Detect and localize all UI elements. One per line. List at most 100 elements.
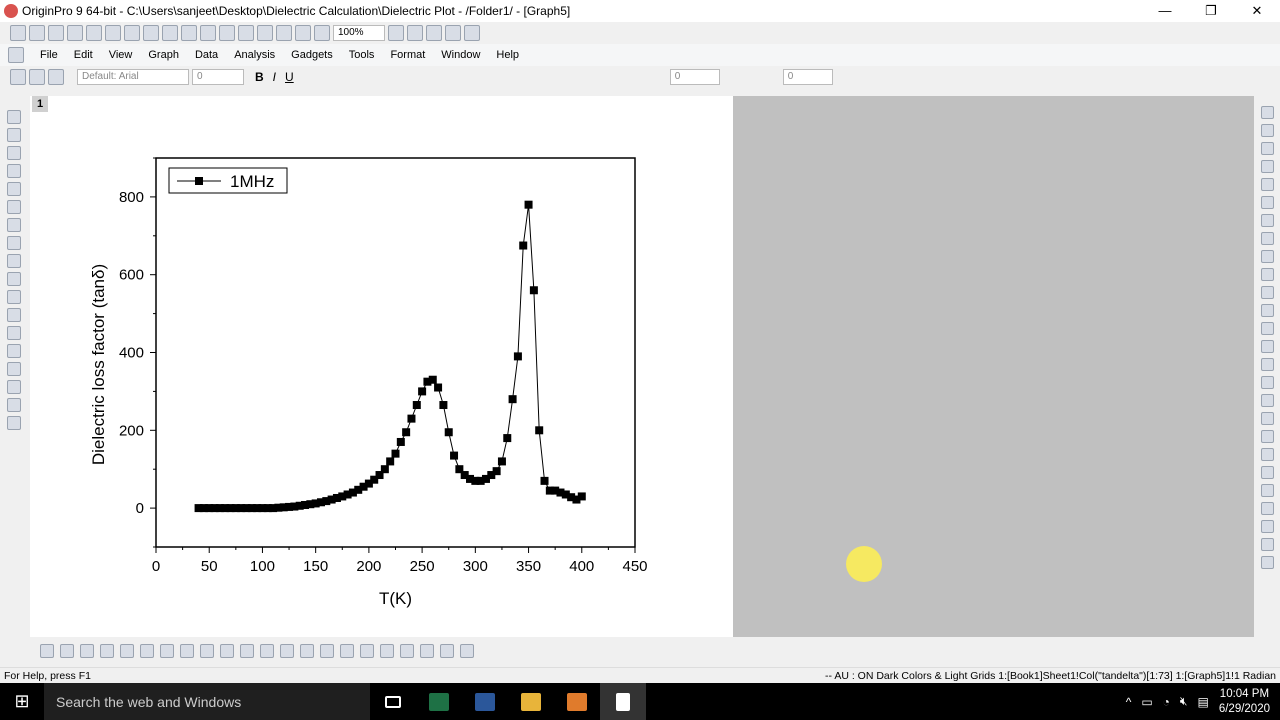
tool-4-icon[interactable]: [7, 164, 21, 178]
toolbar-button-10-icon[interactable]: [181, 25, 197, 41]
right-tool-26-icon[interactable]: [1260, 556, 1274, 569]
right-tool-6-icon[interactable]: [1260, 196, 1274, 209]
taskbar-search[interactable]: Search the web and Windows: [44, 683, 370, 720]
layer-1-tab[interactable]: 1: [32, 96, 48, 112]
toolbar-button-20-icon[interactable]: [426, 25, 442, 41]
right-tool-10-icon[interactable]: [1260, 268, 1274, 281]
right-tool-2-icon[interactable]: [1260, 124, 1274, 137]
menu-window[interactable]: Window: [433, 49, 488, 61]
restore-button[interactable]: ❐: [1188, 0, 1234, 22]
toolbar-button-15-icon[interactable]: [276, 25, 292, 41]
graph-type-22-icon[interactable]: [460, 644, 474, 658]
wifi-icon[interactable]: ◔: [1163, 695, 1170, 709]
tool-12-icon[interactable]: [7, 308, 21, 322]
menu-view[interactable]: View: [101, 49, 141, 61]
graph-type-7-icon[interactable]: [160, 644, 174, 658]
tool-1-icon[interactable]: [7, 110, 21, 124]
menu-file[interactable]: File: [32, 49, 66, 61]
graph-type-17-icon[interactable]: [360, 644, 374, 658]
graph-type-20-icon[interactable]: [420, 644, 434, 658]
graph-type-12-icon[interactable]: [260, 644, 274, 658]
graph-type-3-icon[interactable]: [80, 644, 94, 658]
right-tool-11-icon[interactable]: [1260, 286, 1274, 299]
cut-icon[interactable]: [10, 69, 26, 85]
right-tool-13-icon[interactable]: [1260, 322, 1274, 335]
right-tool-4-icon[interactable]: [1260, 160, 1274, 173]
zoom-select[interactable]: 100%: [333, 25, 385, 41]
close-button[interactable]: ✕: [1234, 0, 1280, 22]
right-tool-25-icon[interactable]: [1260, 538, 1274, 551]
app-icon[interactable]: [8, 47, 24, 63]
tool-2-icon[interactable]: [7, 128, 21, 142]
chart[interactable]: 0 50 100 150 200 250 300 350 400 450 0 200 400 600 800…: [30, 96, 733, 637]
word-icon[interactable]: [462, 683, 508, 720]
toolbar-button-3-icon[interactable]: [48, 25, 64, 41]
task-view-icon[interactable]: [370, 683, 416, 720]
graph-type-11-icon[interactable]: [240, 644, 254, 658]
right-tool-14-icon[interactable]: [1260, 340, 1274, 353]
graph-type-15-icon[interactable]: [320, 644, 334, 658]
menu-data[interactable]: Data: [187, 49, 226, 61]
right-tool-15-icon[interactable]: [1260, 358, 1274, 371]
origin-taskbar-icon[interactable]: [554, 683, 600, 720]
toolbar-button-16-icon[interactable]: [295, 25, 311, 41]
clock[interactable]: 10:04 PM 6/29/2020: [1219, 687, 1270, 717]
tool-9-icon[interactable]: [7, 254, 21, 268]
minimize-button[interactable]: —: [1142, 0, 1188, 22]
file-explorer-icon[interactable]: [508, 683, 554, 720]
menu-analysis[interactable]: Analysis: [226, 49, 283, 61]
right-tool-21-icon[interactable]: [1260, 466, 1274, 479]
graph-type-10-icon[interactable]: [220, 644, 234, 658]
right-tool-7-icon[interactable]: [1260, 214, 1274, 227]
toolbar-button-18-icon[interactable]: [388, 25, 404, 41]
menu-format[interactable]: Format: [382, 49, 433, 61]
notepad-icon[interactable]: [600, 683, 646, 720]
tool-18-icon[interactable]: [7, 416, 21, 430]
toolbar-button-4-icon[interactable]: [67, 25, 83, 41]
graph-type-2-icon[interactable]: [60, 644, 74, 658]
toolbar-button-9-icon[interactable]: [162, 25, 178, 41]
graph-type-1-icon[interactable]: [40, 644, 54, 658]
bold-button[interactable]: B: [255, 70, 264, 84]
toolbar-button-11-icon[interactable]: [200, 25, 216, 41]
right-tool-12-icon[interactable]: [1260, 304, 1274, 317]
line-width-select[interactable]: 0: [669, 69, 720, 85]
right-tool-20-icon[interactable]: [1260, 448, 1274, 461]
copy-icon[interactable]: [29, 69, 45, 85]
toolbar-button-6-icon[interactable]: [105, 25, 121, 41]
tool-7-icon[interactable]: [7, 218, 21, 232]
right-tool-17-icon[interactable]: [1260, 394, 1274, 407]
menu-tools[interactable]: Tools: [341, 49, 383, 61]
tool-17-icon[interactable]: [7, 398, 21, 412]
show-hidden-icons[interactable]: ^: [1126, 695, 1132, 709]
battery-icon[interactable]: ▭: [1141, 695, 1152, 709]
graph-type-18-icon[interactable]: [380, 644, 394, 658]
right-tool-1-icon[interactable]: [1260, 106, 1274, 119]
graph-type-13-icon[interactable]: [280, 644, 294, 658]
right-tool-9-icon[interactable]: [1260, 250, 1274, 263]
menu-gadgets[interactable]: Gadgets: [283, 49, 341, 61]
tool-5-icon[interactable]: [7, 182, 21, 196]
menu-edit[interactable]: Edit: [66, 49, 101, 61]
toolbar-button-8-icon[interactable]: [143, 25, 159, 41]
toolbar-button-1-icon[interactable]: [10, 25, 26, 41]
right-tool-5-icon[interactable]: [1260, 178, 1274, 191]
border-width-select[interactable]: 0: [782, 69, 833, 85]
tool-10-icon[interactable]: [7, 272, 21, 286]
underline-button[interactable]: U: [285, 70, 294, 84]
right-tool-16-icon[interactable]: [1260, 376, 1274, 389]
tool-6-icon[interactable]: [7, 200, 21, 214]
graph-type-5-icon[interactable]: [120, 644, 134, 658]
right-tool-18-icon[interactable]: [1260, 412, 1274, 425]
menu-help[interactable]: Help: [488, 49, 527, 61]
toolbar-button-5-icon[interactable]: [86, 25, 102, 41]
toolbar-button-13-icon[interactable]: [238, 25, 254, 41]
toolbar-button-17-icon[interactable]: [314, 25, 330, 41]
tool-13-icon[interactable]: [7, 326, 21, 340]
graph-type-9-icon[interactable]: [200, 644, 214, 658]
tool-11-icon[interactable]: [7, 290, 21, 304]
paste-icon[interactable]: [48, 69, 64, 85]
right-tool-22-icon[interactable]: [1260, 484, 1274, 497]
graph-type-4-icon[interactable]: [100, 644, 114, 658]
graph-type-8-icon[interactable]: [180, 644, 194, 658]
